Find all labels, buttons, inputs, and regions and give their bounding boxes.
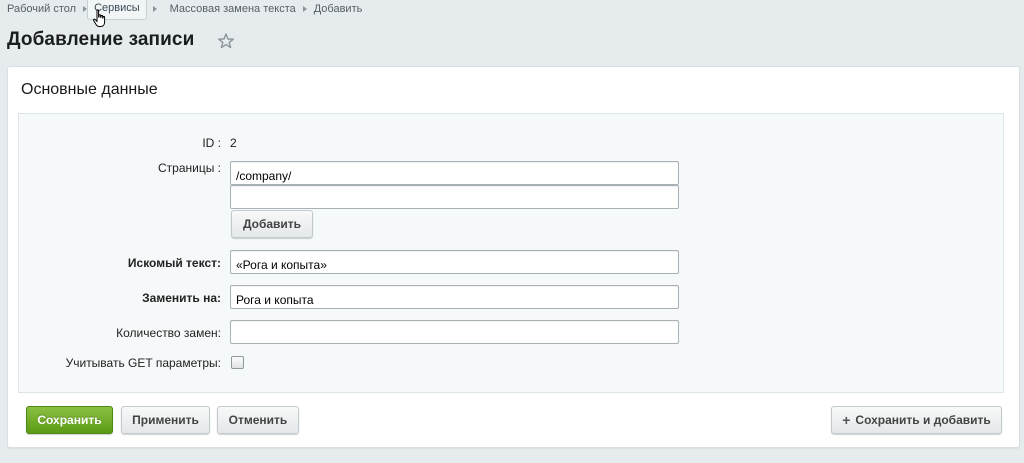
breadcrumb: Рабочий стол Сервисы Массовая замена тек… (0, 0, 1024, 20)
id-label: ID : (202, 136, 221, 150)
replace-with-label: Заменить на: (142, 291, 221, 305)
save-and-add-button[interactable]: + Сохранить и добавить (831, 406, 1002, 434)
add-page-button[interactable]: Добавить (231, 210, 313, 238)
breadcrumb-separator-icon (152, 6, 157, 12)
get-params-checkbox[interactable] (231, 356, 244, 369)
pages-input-1[interactable] (230, 161, 679, 185)
breadcrumb-desktop[interactable]: Рабочий стол (0, 0, 83, 20)
breadcrumb-mass-replace[interactable]: Массовая замена текста (163, 0, 303, 20)
pages-input-2[interactable] (230, 185, 679, 209)
id-value: 2 (230, 136, 237, 150)
save-and-add-label: Сохранить и добавить (855, 413, 991, 427)
get-params-label: Учитывать GET параметры: (65, 356, 221, 370)
hand-cursor-icon (92, 9, 106, 27)
replace-count-label: Количество замен: (116, 326, 221, 340)
section-title: Основные данные (21, 81, 158, 98)
favorite-star-icon[interactable] (217, 32, 235, 50)
form-area: ID : 2 Страницы : Добавить Искомый текст… (18, 113, 1004, 393)
replace-with-input[interactable] (230, 285, 679, 309)
main-panel: Основные данные ID : 2 Страницы : Добави… (7, 66, 1020, 448)
plus-icon: + (842, 412, 851, 428)
search-text-label: Искомый текст: (127, 256, 221, 270)
apply-button[interactable]: Применить (121, 406, 210, 434)
breadcrumb-add[interactable]: Добавить (307, 0, 370, 20)
replace-count-input[interactable] (230, 320, 679, 344)
search-text-input[interactable] (230, 250, 679, 274)
page-title: Добавление записи (7, 29, 195, 50)
pages-label: Страницы : (157, 161, 221, 175)
save-button[interactable]: Сохранить (26, 406, 113, 434)
cancel-button[interactable]: Отменить (217, 406, 299, 434)
